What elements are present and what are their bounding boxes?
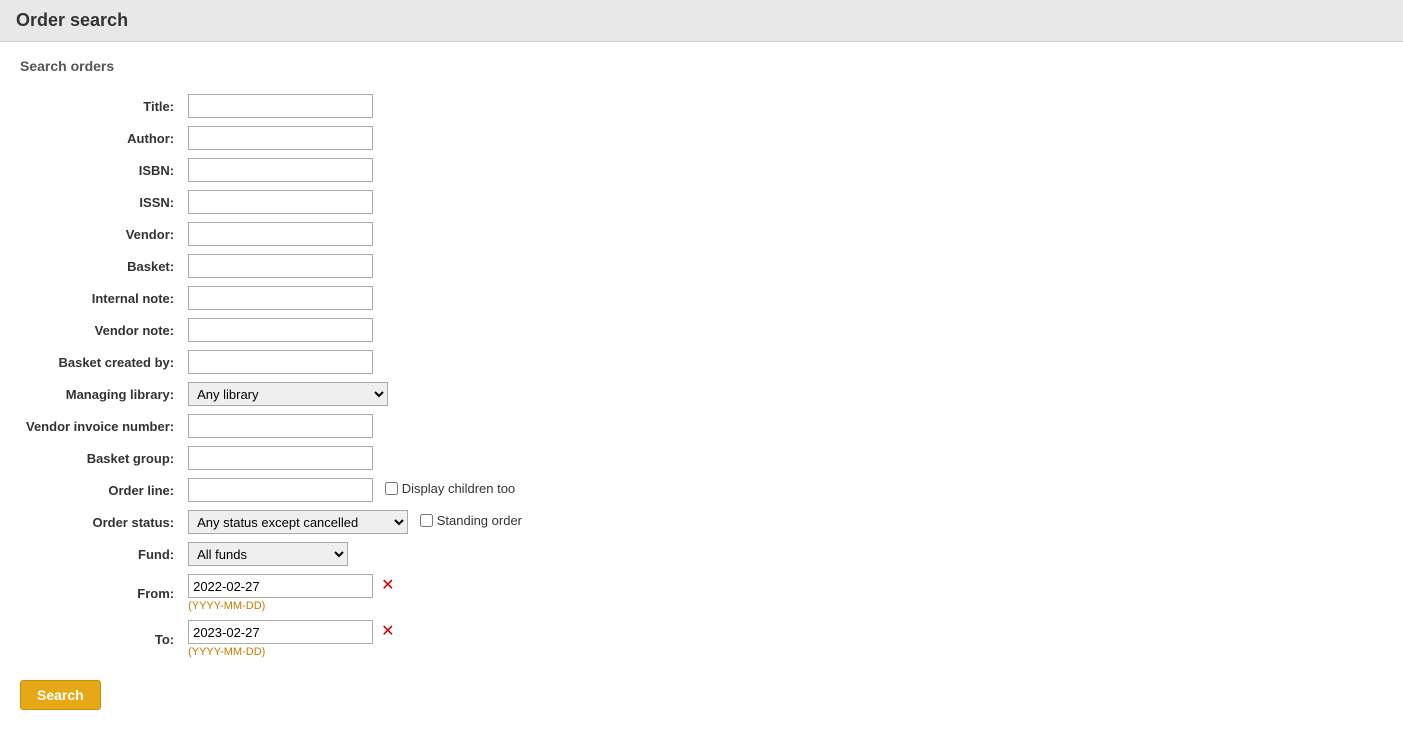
order-status-label: Order status:	[20, 506, 182, 538]
order-status-select[interactable]: Any status except cancelled	[188, 510, 408, 534]
isbn-input[interactable]	[188, 158, 373, 182]
managing-library-label: Managing library:	[20, 378, 182, 410]
basket-label: Basket:	[20, 250, 182, 282]
issn-input[interactable]	[188, 190, 373, 214]
fund-select[interactable]: All funds	[188, 542, 348, 566]
to-date-hint: (YYYY-MM-DD)	[188, 646, 522, 658]
to-date-input[interactable]	[188, 620, 373, 644]
display-children-checkbox[interactable]	[385, 482, 398, 495]
order-line-input[interactable]	[188, 478, 373, 502]
order-line-label: Order line:	[20, 474, 182, 506]
internal-note-label: Internal note:	[20, 282, 182, 314]
display-children-label: Display children too	[385, 481, 515, 496]
clear-from-date-button[interactable]: ✕	[377, 578, 398, 594]
vendor-invoice-number-label: Vendor invoice number:	[20, 410, 182, 442]
from-label: From:	[20, 570, 182, 616]
page-title: Order search	[0, 0, 1403, 42]
basket-created-by-label: Basket created by:	[20, 346, 182, 378]
author-input[interactable]	[188, 126, 373, 150]
vendor-label: Vendor:	[20, 218, 182, 250]
basket-group-input[interactable]	[188, 446, 373, 470]
isbn-label: ISBN:	[20, 154, 182, 186]
title-input[interactable]	[188, 94, 373, 118]
vendor-note-label: Vendor note:	[20, 314, 182, 346]
basket-input[interactable]	[188, 254, 373, 278]
clear-to-date-button[interactable]: ✕	[377, 624, 398, 640]
vendor-invoice-number-input[interactable]	[188, 414, 373, 438]
vendor-note-input[interactable]	[188, 318, 373, 342]
standing-order-label: Standing order	[420, 513, 522, 528]
managing-library-select[interactable]: Any library	[188, 382, 388, 406]
vendor-input[interactable]	[188, 222, 373, 246]
internal-note-input[interactable]	[188, 286, 373, 310]
author-label: Author:	[20, 122, 182, 154]
to-label: To:	[20, 616, 182, 662]
section-title: Search orders	[20, 58, 1383, 74]
from-date-hint: (YYYY-MM-DD)	[188, 600, 522, 612]
issn-label: ISSN:	[20, 186, 182, 218]
search-button[interactable]: Search	[20, 680, 101, 710]
fund-label: Fund:	[20, 538, 182, 570]
standing-order-checkbox[interactable]	[420, 514, 433, 527]
title-label: Title:	[20, 90, 182, 122]
basket-created-by-input[interactable]	[188, 350, 373, 374]
basket-group-label: Basket group:	[20, 442, 182, 474]
from-date-input[interactable]	[188, 574, 373, 598]
